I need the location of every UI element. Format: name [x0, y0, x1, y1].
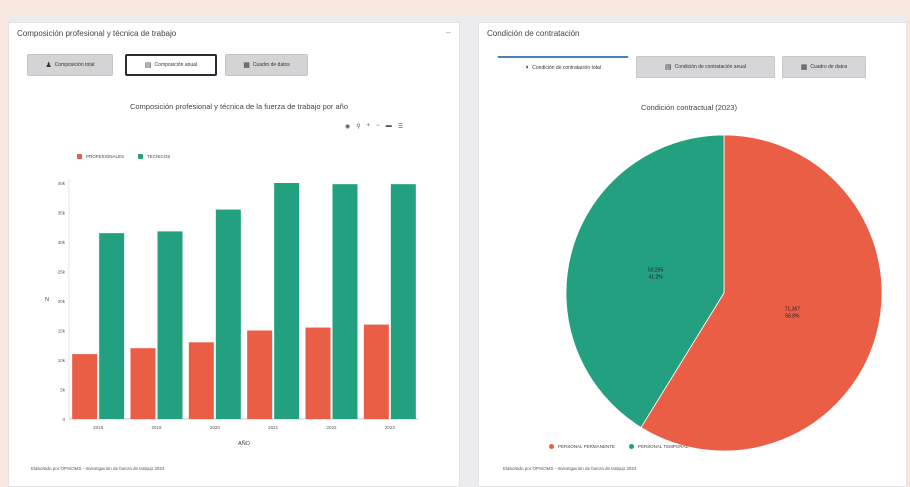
y-tick-label: 10k	[58, 358, 66, 363]
bar-tecnicos-2019	[157, 231, 183, 419]
pie-count-label: 50,265	[648, 268, 664, 274]
bar-profesionales-2021	[247, 330, 273, 419]
x-tick-label: 2018	[93, 425, 104, 430]
bar-tecnicos-2018	[99, 233, 125, 419]
pie-legend: PERSONAL PERMANENTE PERSONAL TEMPORAL	[549, 444, 688, 449]
x-tick-label: 2022	[326, 425, 337, 430]
legend-swatch	[628, 444, 634, 449]
bar-profesionales-2020	[188, 342, 214, 419]
x-tick-label: 2020	[210, 425, 221, 430]
bar-tecnicos-2021	[274, 183, 300, 419]
x-axis-title: AÑO	[238, 440, 251, 447]
bar-profesionales-2018	[72, 354, 98, 419]
y-tick-label: 25k	[58, 270, 66, 275]
composition-panel: Composición profesional y técnica de tra…	[8, 22, 460, 487]
dashboard-canvas: Composición profesional y técnica de tra…	[7, 16, 907, 487]
legend-item-permanente[interactable]: PERSONAL PERMANENTE	[549, 444, 615, 449]
bar-profesionales-2022	[305, 327, 331, 419]
y-tick-label: 0	[62, 417, 65, 422]
y-tick-label: 40k	[58, 181, 66, 186]
y-tick-label: 20k	[58, 299, 66, 304]
x-tick-label: 2021	[268, 425, 279, 430]
y-tick-label: 5k	[60, 388, 66, 393]
contract-panel: Condición de contratación ◗ Condición de…	[478, 22, 907, 487]
legend-swatch	[549, 444, 554, 449]
y-axis-title: N	[45, 297, 49, 303]
y-tick-label: 30k	[58, 240, 66, 245]
legend-label: PERSONAL TEMPORAL	[637, 444, 689, 449]
footnote: Elaborado por OPS/OMS - Investigación de…	[31, 466, 165, 471]
bar-tecnicos-2020	[215, 209, 241, 419]
bar-tecnicos-2022	[332, 184, 358, 419]
pie-percent-label: 41.2%	[649, 275, 664, 281]
x-tick-label: 2019	[151, 425, 162, 430]
bar-profesionales-2023	[363, 324, 389, 419]
y-tick-label: 15k	[58, 329, 66, 334]
x-tick-label: 2023	[385, 425, 396, 430]
legend-label: PERSONAL PERMANENTE	[558, 444, 615, 449]
pie-count-label: 71,367	[785, 306, 801, 312]
bar-chart: 0 5k 10k 15k 20k 25k 30k 35k 40k 2018 2019 2020 2021…	[45, 179, 419, 447]
y-tick-label: 35k	[58, 211, 66, 216]
pie-chart: 71,36758.8% 50,26541.2%	[565, 134, 883, 452]
bar-tecnicos-2023	[390, 184, 416, 419]
bar-profesionales-2019	[130, 348, 156, 419]
footnote: Elaborado por OPS/OMS - Investigación de…	[503, 466, 637, 471]
pie-percent-label: 58.8%	[785, 313, 800, 319]
legend-item-temporal[interactable]: PERSONAL TEMPORAL	[628, 444, 689, 449]
